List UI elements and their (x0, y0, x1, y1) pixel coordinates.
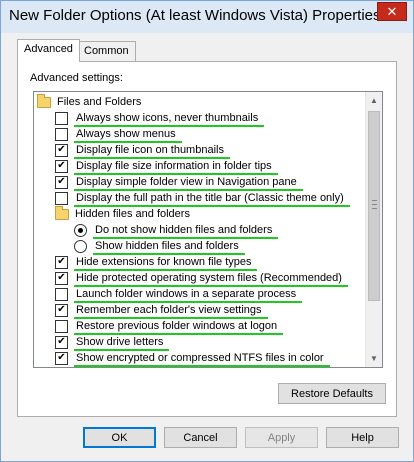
tree-item[interactable]: Always show menus (55, 126, 182, 143)
tab-advanced[interactable]: Advanced (17, 39, 80, 62)
tree-item[interactable]: Show hidden files and folders (74, 238, 245, 255)
tree-item-label: Restore previous folder windows at logon (74, 320, 284, 335)
checkbox-unchecked-icon[interactable] (55, 287, 68, 301)
scroll-up-icon[interactable]: ▲ (366, 92, 382, 109)
tree-item-label: Hide extensions for known file types (74, 256, 258, 271)
scroll-down-icon[interactable]: ▼ (366, 350, 382, 367)
tree-item-label: Show drive letters (74, 336, 170, 351)
tree-item-label: Launch folder windows in a separate proc… (74, 288, 303, 303)
tree-item[interactable]: Restore previous folder windows at logon (55, 318, 284, 335)
radio-dot (78, 227, 83, 233)
close-button[interactable]: ✕ (377, 2, 407, 21)
tree-item[interactable]: Always show icons, never thumbnails (55, 110, 265, 127)
advanced-tab-panel: Advanced settings: Files and Folders Alwa… (17, 61, 397, 417)
tree-item-label: Files and Folders (57, 96, 142, 108)
tree-item-label: Always show icons, never thumbnails (74, 112, 265, 127)
checkbox-checked-icon[interactable]: ✔ (55, 175, 68, 189)
vertical-scrollbar[interactable]: ▲ ▼ (365, 92, 382, 367)
grip-icon (372, 200, 377, 209)
cancel-button[interactable]: Cancel (164, 427, 237, 448)
tree-item[interactable]: ✔ Show drive letters (55, 334, 170, 351)
advanced-settings-tree: Files and Folders Always show icons, neve… (33, 91, 383, 368)
checkbox-checked-icon[interactable]: ✔ (55, 143, 68, 157)
tree-item[interactable]: ✔ Remember each folder's view settings (55, 302, 268, 319)
tree-item: Files and Folders (37, 93, 143, 110)
tree-item-label: Display simple folder view in Navigation… (74, 176, 303, 191)
tree-item-label: Remember each folder's view settings (74, 304, 268, 319)
tree-item-label: Always show menus (74, 128, 182, 143)
restore-defaults-button[interactable]: Restore Defaults (278, 383, 386, 404)
window-title: New Folder Options (At least Windows Vis… (9, 7, 381, 24)
tree-item-label: Hidden files and folders (75, 208, 190, 220)
folder-icon (55, 205, 69, 220)
tree-item-label: Display the full path in the title bar (… (74, 192, 350, 207)
tree-item[interactable]: ✔ Show encrypted or compressed NTFS files… (55, 350, 330, 367)
tree-item-label: Display file size information in folder … (74, 160, 278, 175)
scrollbar-thumb[interactable] (368, 111, 380, 301)
tree-item[interactable]: ✔ Hide extensions for known file types (55, 254, 258, 271)
checkbox-checked-icon[interactable]: ✔ (55, 271, 68, 285)
checkbox-unchecked-icon[interactable] (55, 191, 68, 205)
folder-icon (37, 93, 51, 108)
tree-item[interactable]: ✔ Display file icon on thumbnails (55, 142, 230, 159)
tree-item[interactable]: ✔ Display file size information in folder… (55, 158, 278, 175)
tree-item[interactable]: Launch folder windows in a separate proc… (55, 286, 303, 303)
tree-item-label: Do not show hidden files and folders (93, 224, 279, 239)
checkbox-checked-icon[interactable]: ✔ (55, 368, 68, 369)
tree-item[interactable]: ✔ Display simple folder view in Navigatio… (55, 174, 303, 191)
title-bar[interactable]: New Folder Options (At least Windows Vis… (1, 1, 413, 33)
apply-button: Apply (245, 427, 318, 448)
checkbox-checked-icon[interactable]: ✔ (55, 351, 68, 365)
tree-item[interactable]: Do not show hidden files and folders (74, 222, 279, 239)
checkbox-unchecked-icon[interactable] (55, 127, 68, 141)
tree-item[interactable]: ✔Show pop-up description for folder and … (55, 366, 338, 369)
tree-item-label: Show encrypted or compressed NTFS files … (74, 352, 330, 367)
tree-item-label: Show hidden files and folders (93, 240, 245, 255)
ok-button[interactable]: OK (83, 427, 156, 448)
tree-item: Hidden files and folders (55, 205, 192, 222)
properties-dialog: New Folder Options (At least Windows Vis… (0, 0, 414, 462)
tab-common[interactable]: Common (77, 41, 136, 61)
checkbox-checked-icon[interactable]: ✔ (55, 159, 68, 173)
help-button[interactable]: Help (326, 427, 399, 448)
checkbox-checked-icon[interactable]: ✔ (55, 303, 68, 317)
checkbox-checked-icon[interactable]: ✔ (55, 255, 68, 269)
close-icon: ✕ (386, 3, 398, 19)
radio-unselected-icon[interactable] (74, 239, 87, 253)
checkbox-unchecked-icon[interactable] (55, 319, 68, 333)
radio-selected-icon[interactable] (74, 223, 87, 237)
tree-item[interactable]: Display the full path in the title bar (… (55, 190, 350, 207)
tree-item[interactable]: ✔ Hide protected operating system files (… (55, 270, 348, 287)
tree-item-label: Hide protected operating system files (R… (74, 272, 348, 287)
advanced-settings-label: Advanced settings: (30, 72, 123, 84)
checkbox-checked-icon[interactable]: ✔ (55, 335, 68, 349)
tree-item-label: Display file icon on thumbnails (74, 144, 230, 159)
checkbox-unchecked-icon[interactable] (55, 111, 68, 125)
